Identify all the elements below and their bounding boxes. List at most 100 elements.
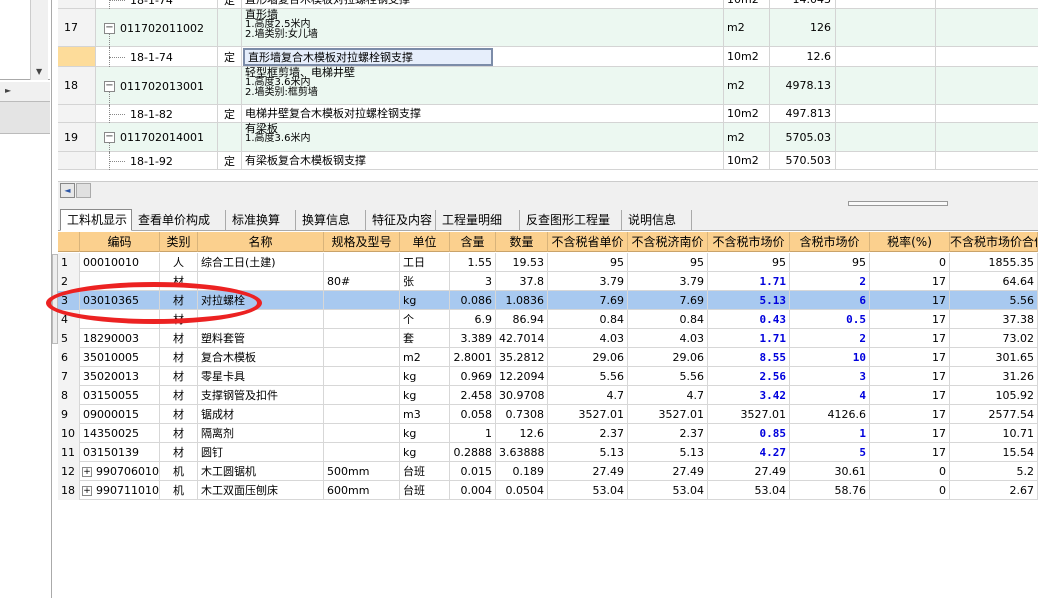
resource-spec[interactable]: 80#: [324, 272, 400, 291]
tab-4[interactable]: 换算信息: [296, 210, 366, 231]
item-code[interactable]: 18-1-74: [96, 0, 218, 9]
item-name-editor[interactable]: 直形墙复合木模板对拉螺栓钢支撑: [243, 48, 493, 66]
resource-category[interactable]: 机: [160, 462, 198, 481]
resource-spec[interactable]: [324, 443, 400, 462]
item-code[interactable]: −011702013001: [96, 67, 218, 105]
resource-category[interactable]: 材: [160, 424, 198, 443]
resource-unit[interactable]: 台班: [400, 481, 450, 500]
resource-code[interactable]: 09000015: [80, 405, 160, 424]
resource-unit[interactable]: kg: [400, 291, 450, 310]
resource-code[interactable]: 03150139: [80, 443, 160, 462]
resource-code[interactable]: [80, 310, 160, 329]
tab-6[interactable]: 工程量明细: [436, 210, 520, 231]
item-name[interactable]: 有梁板复合木模板钢支撑: [242, 152, 724, 169]
resource-name[interactable]: 锯成材: [198, 405, 324, 424]
bill-row[interactable]: 19−011702014001 有梁板 1.高度3.6米内 m2 5705.03: [58, 123, 1038, 152]
resource-spec[interactable]: [324, 348, 400, 367]
resource-row[interactable]: 11 03150139 材圆钉 kg 0.2888 3.63888 5.13 5.13 4.27…: [58, 443, 1038, 462]
resource-spec[interactable]: [324, 386, 400, 405]
scroll-right-icon[interactable]: ►: [5, 86, 11, 95]
resource-name[interactable]: 对拉螺栓: [198, 291, 324, 310]
resource-code[interactable]: 35020013: [80, 367, 160, 386]
item-name[interactable]: 有梁板 1.高度3.6米内: [242, 123, 724, 151]
tab-2[interactable]: 查看单价构成: [132, 210, 226, 231]
resource-spec[interactable]: [324, 310, 400, 329]
resource-row[interactable]: 9 09000015 材锯成材 m3 0.058 0.7308 3527.01 3527.01…: [58, 405, 1038, 424]
resource-spec[interactable]: [324, 367, 400, 386]
resource-name[interactable]: 隔离剂: [198, 424, 324, 443]
column-header[interactable]: 类别: [160, 232, 198, 252]
upper-h-scrollbar[interactable]: ◄: [58, 181, 1038, 199]
resource-name[interactable]: 木工圆锯机: [198, 462, 324, 481]
collapse-icon[interactable]: −: [104, 22, 115, 34]
resource-spec[interactable]: [324, 424, 400, 443]
resource-unit[interactable]: kg: [400, 443, 450, 462]
resource-unit[interactable]: 张: [400, 272, 450, 291]
bill-row[interactable]: 18-1-74 定直形墙复合木模板对拉螺栓钢支撑 10m2 12.6: [58, 47, 1038, 67]
resource-spec[interactable]: 600mm: [324, 481, 400, 500]
resource-code[interactable]: 18290003: [80, 329, 160, 348]
tab-3[interactable]: 标准换算: [226, 210, 296, 231]
resource-unit[interactable]: kg: [400, 367, 450, 386]
resource-row[interactable]: 1 00010010 人综合工日(土建) 工日 1.55 19.53 95 95 95 95 0 18…: [58, 253, 1038, 272]
column-header[interactable]: 单位: [400, 232, 450, 252]
scroll-thumb[interactable]: [76, 183, 91, 198]
resource-category[interactable]: 材: [160, 405, 198, 424]
column-header[interactable]: 不含税市场价: [708, 232, 790, 252]
column-header[interactable]: 含税市场价: [790, 232, 870, 252]
resource-row[interactable]: 6 35010005 材复合木模板 m2 2.8001 35.2812 29.06 29.06…: [58, 348, 1038, 367]
scroll-left-icon[interactable]: ◄: [60, 183, 75, 198]
bill-row[interactable]: 18-1-82 定电梯井壁复合木模板对拉螺栓钢支撑 10m2 497.813: [58, 105, 1038, 123]
bill-row[interactable]: 17−011702011002 直形墙 1.高度2.5米内 2.墙类别:女儿墙 m2 12…: [58, 9, 1038, 47]
resource-category[interactable]: 材: [160, 310, 198, 329]
column-header[interactable]: 不含税省单价: [548, 232, 628, 252]
resource-row[interactable]: 5 18290003 材塑料套管套 3.389 42.7014 4.03 4.03 1.71 2…: [58, 329, 1038, 348]
expand-icon[interactable]: +: [82, 486, 92, 496]
resource-unit[interactable]: m3: [400, 405, 450, 424]
resource-name[interactable]: 零星卡具: [198, 367, 324, 386]
resource-category[interactable]: 材: [160, 272, 198, 291]
scroll-down-icon[interactable]: ▼: [36, 67, 42, 76]
column-header[interactable]: 不含税市场价合价: [950, 232, 1038, 252]
resource-row[interactable]: 12 +990706010 机木工圆锯机 500mm 台班 0.015 0.189 27.49…: [58, 462, 1038, 481]
column-header[interactable]: 规格及型号: [324, 232, 400, 252]
resource-name[interactable]: 复合木模板: [198, 348, 324, 367]
collapse-icon[interactable]: −: [104, 132, 115, 143]
resource-code[interactable]: 35010005: [80, 348, 160, 367]
column-header[interactable]: 不含税济南价: [628, 232, 708, 252]
resource-row[interactable]: 4 材个 6.9 86.94 0.84 0.84 0.43 0.5 17 37.38: [58, 310, 1038, 329]
resource-code[interactable]: 00010010: [80, 253, 160, 272]
resource-unit[interactable]: 个: [400, 310, 450, 329]
tab-5[interactable]: 特征及内容: [366, 210, 436, 231]
resource-code[interactable]: 03010365: [80, 291, 160, 310]
item-code[interactable]: −011702011002: [96, 9, 218, 47]
resource-name[interactable]: [198, 310, 324, 329]
tab-7[interactable]: 反查图形工程量: [520, 210, 622, 231]
tab-1[interactable]: 工料机显示: [60, 209, 132, 231]
item-code[interactable]: 18-1-92: [96, 152, 218, 170]
resource-spec[interactable]: [324, 405, 400, 424]
resource-row[interactable]: 18 +990711010 机木工双面压刨床 600mm 台班 0.004 0.0504 53…: [58, 481, 1038, 500]
resource-category[interactable]: 人: [160, 253, 198, 272]
resource-spec[interactable]: [324, 329, 400, 348]
resource-name[interactable]: 木工双面压刨床: [198, 481, 324, 500]
resource-code[interactable]: +990706010: [80, 462, 160, 481]
resource-category[interactable]: 材: [160, 386, 198, 405]
resource-name[interactable]: 支撑钢管及扣件: [198, 386, 324, 405]
bill-row[interactable]: 18-1-74 定直形墙复合木模板对拉螺栓钢支撑 10m214.043: [58, 0, 1038, 9]
resource-category[interactable]: 材: [160, 443, 198, 462]
column-header[interactable]: 数量: [496, 232, 548, 252]
item-name[interactable]: 直形墙复合木模板对拉螺栓钢支撑: [242, 0, 724, 8]
left-h-scrollbar[interactable]: ►: [0, 82, 50, 102]
resource-unit[interactable]: 台班: [400, 462, 450, 481]
pane-splitter[interactable]: [58, 199, 1038, 207]
lower-left-scrollbar[interactable]: [52, 254, 58, 344]
item-name[interactable]: 直形墙 1.高度2.5米内 2.墙类别:女儿墙: [242, 9, 724, 46]
resource-category[interactable]: 材: [160, 329, 198, 348]
bill-row[interactable]: 18−011702013001 轻型框剪墙、电梯井壁 1.高度3.6米内 2.墙类别:…: [58, 67, 1038, 105]
resource-spec[interactable]: [324, 253, 400, 272]
resource-category[interactable]: 材: [160, 291, 198, 310]
resource-name[interactable]: 圆钉: [198, 443, 324, 462]
expand-icon[interactable]: +: [82, 467, 92, 477]
resource-code[interactable]: 14350025: [80, 424, 160, 443]
